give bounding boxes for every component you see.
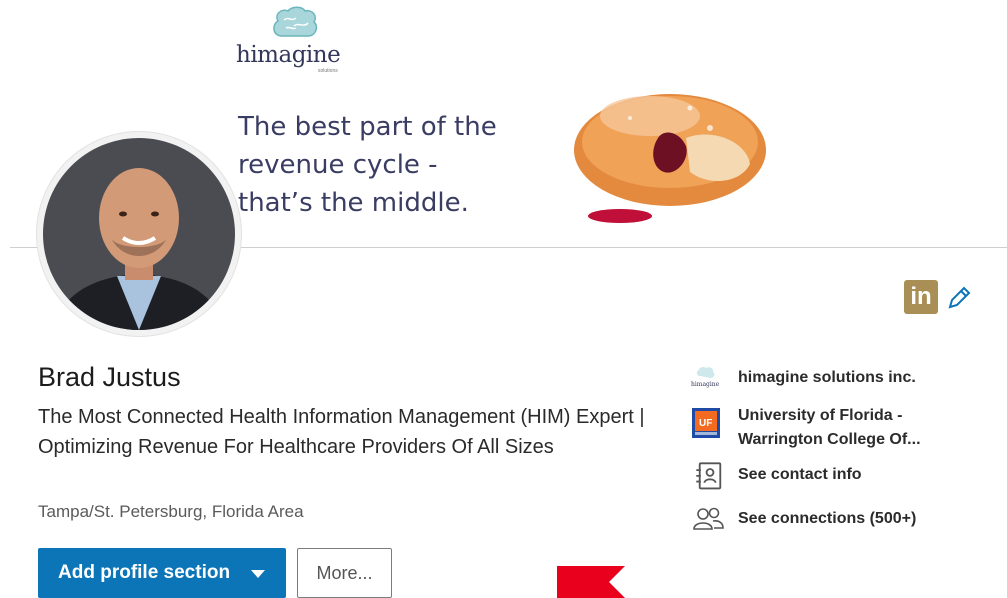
company-logo-text: himagine: [691, 381, 720, 388]
brand-name: himagine: [236, 42, 341, 68]
avatar: [43, 138, 235, 330]
brand-subtitle: solutions: [318, 68, 338, 74]
linkedin-icon: in: [904, 280, 938, 314]
education-line-2: Warrington College Of...: [738, 431, 921, 448]
profile-headline: The Most Connected Health Information Ma…: [38, 406, 645, 458]
company-name: himagine solutions inc.: [738, 369, 916, 386]
university-logo-text: UF: [699, 418, 712, 429]
company-logo: himagine: [690, 366, 722, 398]
contact-card-icon: [696, 462, 722, 490]
profile-photo[interactable]: [37, 132, 241, 336]
himagine-logo: himagine solutions: [236, 6, 366, 76]
banner-tagline: The best part of the revenue cycle - tha…: [238, 112, 497, 218]
add-profile-section-button[interactable]: Add profile section: [38, 548, 286, 598]
education-line-1: University of Florida -: [738, 407, 903, 424]
red-flag-marker: [557, 566, 625, 598]
pencil-icon[interactable]: [946, 285, 972, 311]
university-logo: UF: [692, 408, 720, 438]
profile-name: Brad Justus: [38, 362, 181, 392]
add-profile-section-label: Add profile section: [58, 562, 231, 583]
profile-location: Tampa/St. Petersburg, Florida Area: [38, 502, 304, 521]
people-icon: [693, 507, 724, 530]
contact-info-label: See contact info: [738, 466, 862, 483]
brain-logo-icon: [273, 6, 318, 37]
donut-image: [574, 94, 766, 223]
more-button[interactable]: More...: [297, 548, 392, 598]
chevron-down-icon: [251, 570, 265, 578]
education-name: University of Florida - Warrington Colle…: [738, 404, 988, 452]
connections-label: See connections (500+): [738, 510, 917, 527]
